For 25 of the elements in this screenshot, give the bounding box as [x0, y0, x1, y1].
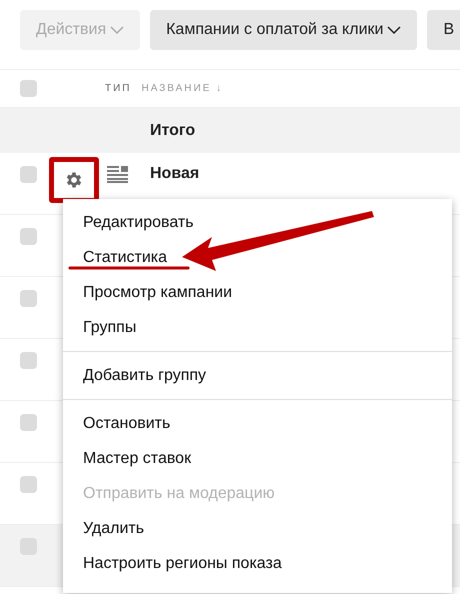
menu-item[interactable]: Удалить	[63, 511, 452, 546]
checkbox[interactable]	[20, 352, 37, 369]
menu-item[interactable]: Остановить	[63, 406, 452, 441]
caret-icon	[387, 26, 402, 34]
gear-icon	[64, 170, 84, 190]
checkbox[interactable]	[20, 290, 37, 307]
menu-item[interactable]: Редактировать	[63, 205, 452, 240]
campaign-name[interactable]: Новая	[150, 162, 200, 186]
checkbox[interactable]	[20, 414, 37, 431]
checkbox[interactable]	[20, 476, 37, 493]
column-header: ТИП	[105, 82, 132, 96]
menu-item[interactable]: Добавить группу	[63, 358, 452, 393]
caret-icon	[110, 26, 124, 34]
menu-item[interactable]: Настроить регионы показа	[63, 546, 452, 581]
checkbox[interactable]	[20, 166, 37, 183]
text-ad-icon	[107, 166, 128, 183]
menu-item[interactable]: Группы	[63, 310, 452, 345]
menu-item[interactable]: Статистика	[63, 240, 452, 275]
toolbar-button[interactable]: Кампании с оплатой за клики	[150, 10, 418, 50]
total-label: Итого	[150, 120, 196, 140]
checkbox[interactable]	[20, 228, 37, 245]
toolbar-button[interactable]: В	[427, 10, 460, 50]
menu-item[interactable]: Мастер ставок	[63, 441, 452, 476]
menu-item[interactable]: Просмотр кампании	[63, 275, 452, 310]
checkbox[interactable]	[20, 80, 37, 97]
